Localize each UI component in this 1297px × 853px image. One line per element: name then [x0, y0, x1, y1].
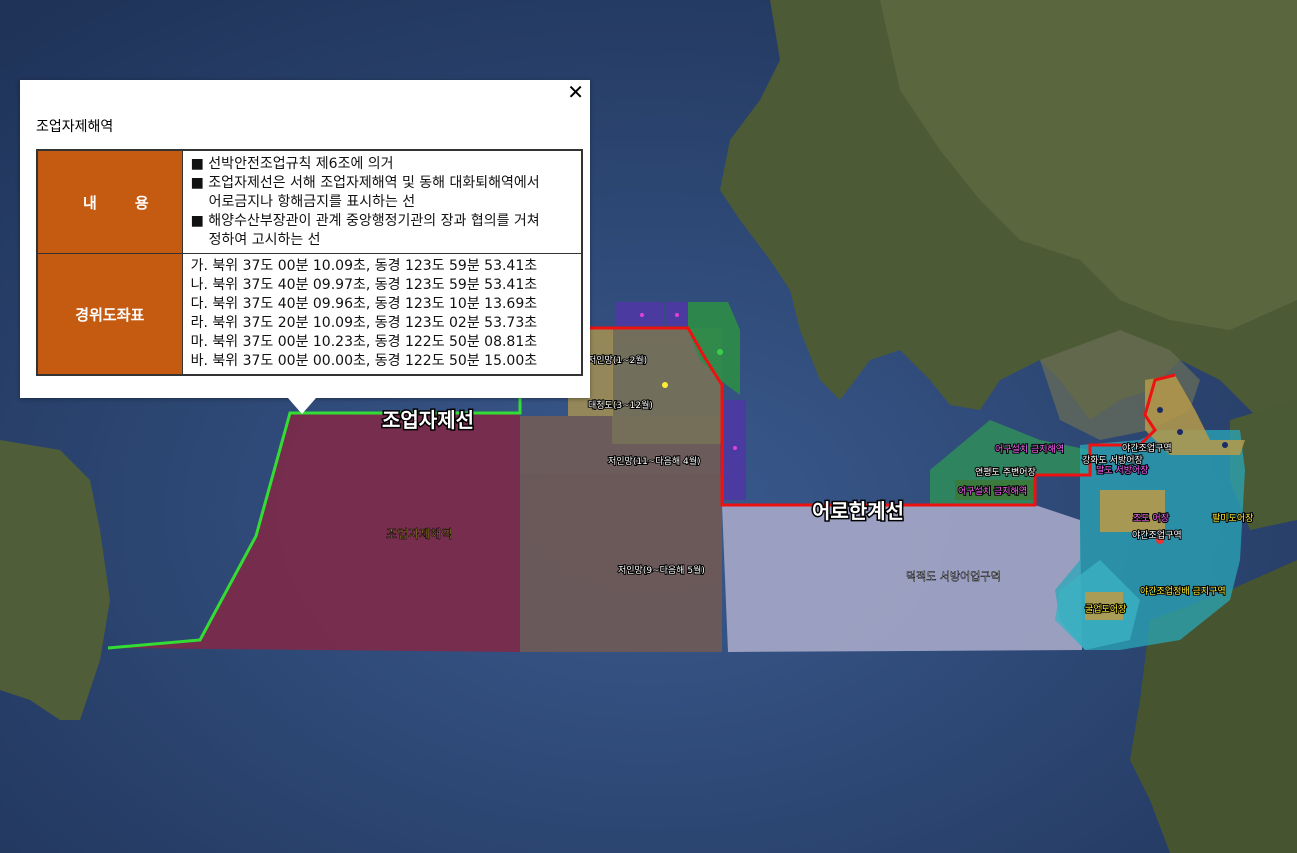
marker-ganghwa-c[interactable] [1222, 442, 1228, 448]
deokjeok-west-label: 덕적도 서방어업구역 [906, 570, 1001, 583]
jeoinmang-11-4-label: 저인망(11~다음해 4월) [608, 455, 701, 467]
content-cell: ■ 선박안전조업규칙 제6조에 의거 ■ 조업자제선은 서해 조업자제해역 및 … [181, 149, 583, 254]
night-fishing-b-label: 야간조업구역 [1132, 530, 1182, 541]
coords-cell: 가. 북위 37도 00분 10.09초, 동경 123도 59분 53.41초… [181, 253, 583, 376]
jeoinmang-1-2-label: 저인망(1~2월) [588, 354, 647, 366]
close-icon[interactable]: ✕ [567, 82, 584, 102]
zone-purple-a[interactable] [615, 302, 663, 326]
fishing-ban-a-label: 어구설치 금지해역 [995, 443, 1064, 455]
yeonpyeong-label: 연평도 주변어장 [975, 467, 1036, 478]
marker-purple-a[interactable] [640, 313, 644, 317]
jeoinmang-9-5-label: 저인망(9~다음해 5월) [618, 564, 705, 576]
night-fishing-a-label: 야간조업구역 [1122, 443, 1172, 454]
coord-line-5: 마. 북위 37도 00분 10.23초, 동경 122도 50분 08.81초 [190, 334, 538, 350]
popup-pointer [288, 398, 316, 414]
palmido-label: 팔미도어장 [1212, 512, 1253, 524]
coords-row: 경위도좌표 가. 북위 37도 00분 10.09초, 동경 123도 59분 … [36, 253, 583, 376]
marker-purple-c[interactable] [733, 446, 737, 450]
coord-line-2: 나. 북위 37도 40분 09.97초, 동경 123도 59분 53.41초 [190, 277, 538, 293]
jodo-label: 조도 어장 [1133, 513, 1169, 524]
marker-ganghwa-b[interactable] [1177, 429, 1183, 435]
info-table: 내 용 ■ 선박안전조업규칙 제6조에 의거 ■ 조업자제선은 서해 조업자제해… [36, 149, 583, 376]
coord-line-3: 다. 북위 37도 40분 09.96초, 동경 123도 10분 13.69초 [190, 296, 538, 312]
fishing-limit-line-label: 어로한계선 [812, 499, 904, 523]
content-row: 내 용 ■ 선박안전조업규칙 제6조에 의거 ■ 조업자제선은 서해 조업자제해… [36, 149, 583, 254]
zone-deokjeok-west[interactable] [722, 505, 1082, 652]
coord-line-1: 가. 북위 37도 00분 10.09초, 동경 123도 59분 53.41초 [190, 258, 538, 274]
info-popup: ✕ 조업자제해역 내 용 ■ 선박안전조업규칙 제6조에 의거 ■ 조업자제선은… [20, 80, 590, 414]
content-line-5: 정하여 고시하는 선 [208, 231, 321, 248]
coord-line-6: 바. 북위 37도 00분 00.00초, 동경 122도 50분 15.00초 [190, 353, 538, 369]
content-line-2: ■ 조업자제선은 서해 조업자제해역 및 동해 대화퇴해역에서 [190, 174, 540, 191]
content-line-3: 어로금지나 항해금지를 표시하는 선 [208, 193, 416, 210]
content-header-label: 내 용 [39, 192, 181, 213]
ganghwa-west-label: 강화도 서방어장 [1082, 455, 1143, 466]
popup-title: 조업자제해역 [36, 119, 114, 135]
coord-line-4: 라. 북위 37도 20분 10.09초, 동경 123도 02분 53.73초 [190, 315, 538, 331]
content-line-4: ■ 해양수산부장관이 관계 중앙행정기관의 장과 협의를 거쳐 [190, 212, 540, 229]
daecheong-label: 대청도(3~12월) [588, 399, 653, 411]
marker-green[interactable] [717, 349, 723, 355]
maldo-label: 말도 서방어장 [1096, 464, 1149, 476]
content-line-1: ■ 선박안전조업규칙 제6조에 의거 [190, 155, 394, 172]
restraint-zone-label: 조업자제해역 [386, 527, 452, 541]
marker-ganghwa-a[interactable] [1157, 407, 1163, 413]
content-header-char-1: 내 [83, 193, 97, 212]
restraint-line-label: 조업자제선 [382, 408, 474, 432]
zone-jodo[interactable] [1100, 490, 1165, 532]
gulup-label: 굴업도어장 [1085, 604, 1126, 615]
marker-purple-b[interactable] [675, 313, 679, 317]
marker-daecheong[interactable] [662, 382, 668, 388]
content-header: 내 용 [36, 149, 183, 254]
coords-header: 경위도좌표 [36, 253, 183, 376]
content-header-char-2: 용 [134, 193, 149, 212]
fishing-ban-b-label: 어구설치 금지해역 [958, 485, 1027, 497]
zone-jeoinmang-9-5[interactable] [520, 474, 722, 652]
fishing-ban-c-label: 야간조업정배 금지구역 [1140, 586, 1226, 597]
